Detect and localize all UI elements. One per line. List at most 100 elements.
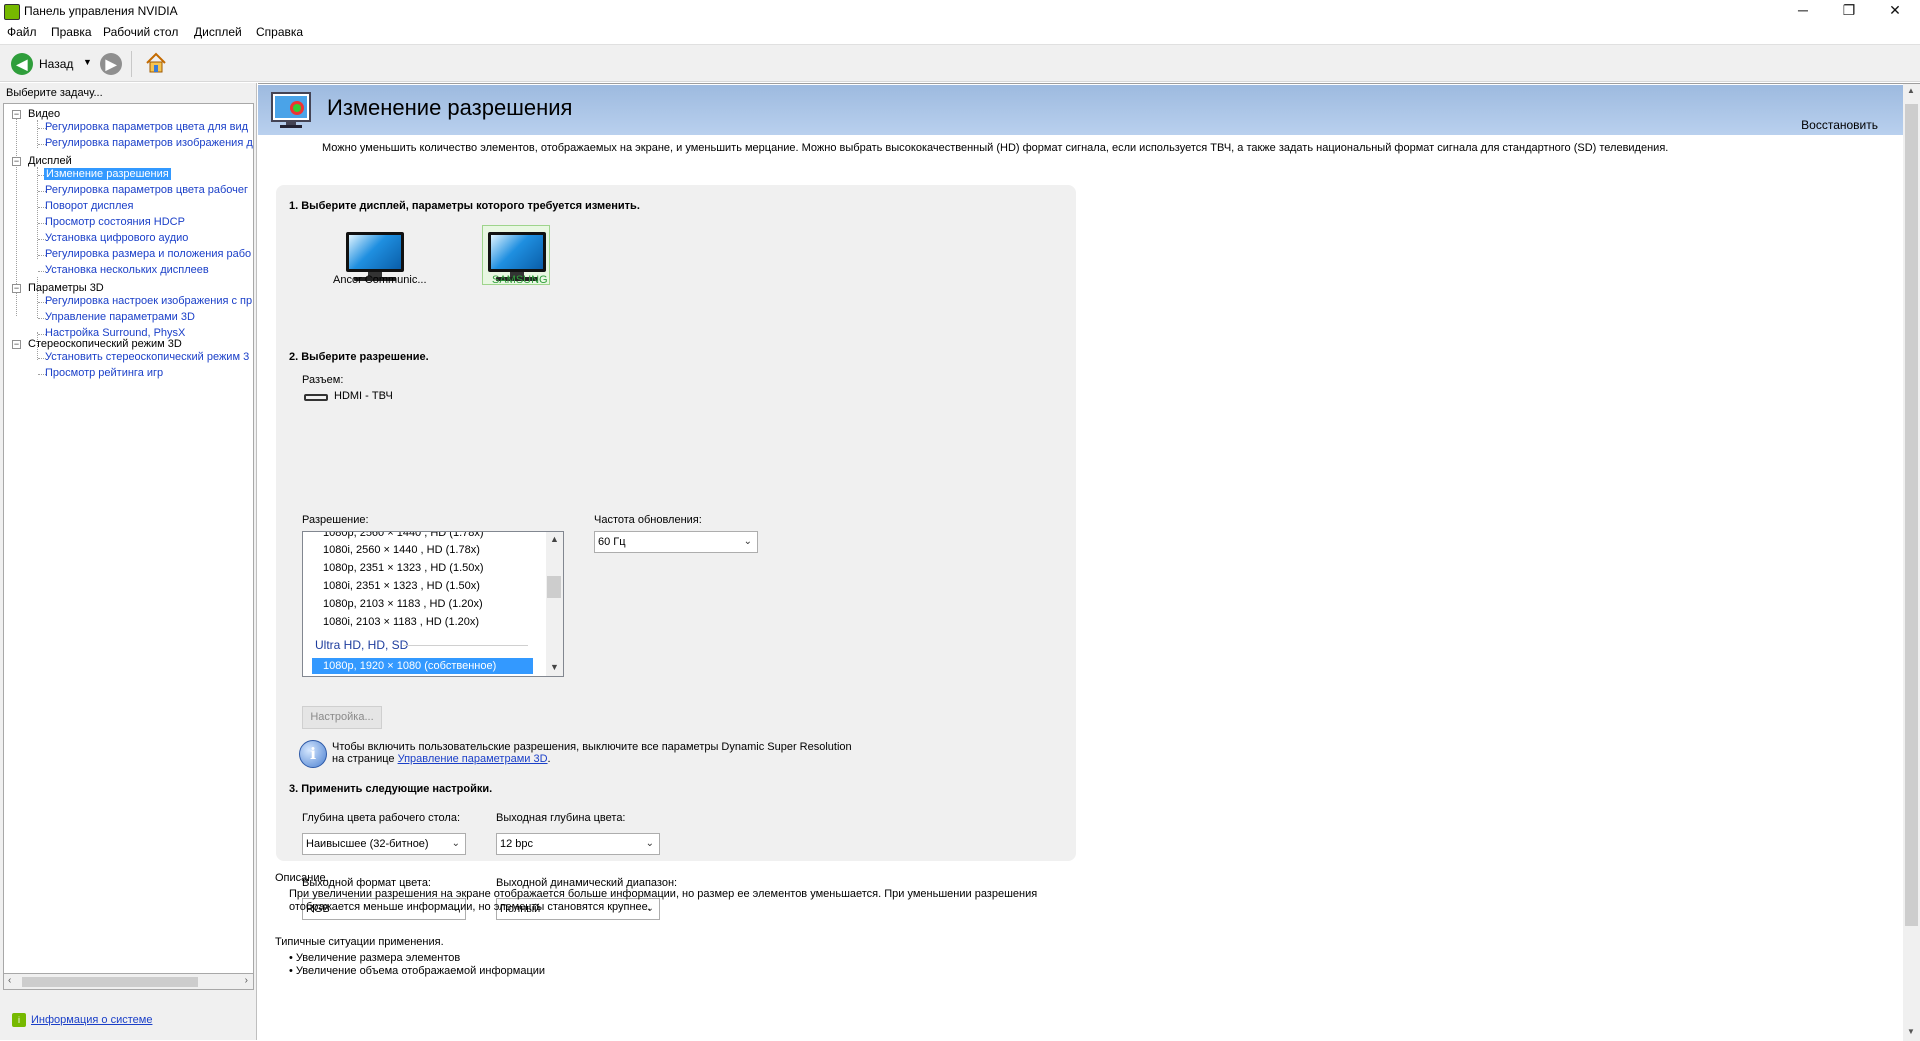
chevron-down-icon: ⌄ [743, 536, 752, 547]
scroll-up-icon[interactable]: ▲ [1907, 86, 1915, 95]
task-sidebar: Выберите задачу... − Видео Регулировка п… [0, 83, 257, 1040]
tree-item-hdcp-status[interactable]: Просмотр состояния HDCP [45, 216, 185, 228]
tree-item-manage-3d[interactable]: Управление параметрами 3D [45, 311, 195, 323]
task-label: Выберите задачу... [6, 87, 103, 99]
usage-item-text: Увеличение размера элементов [295, 952, 461, 964]
restore-defaults-link[interactable]: Восстановить [1801, 118, 1878, 132]
main-vertical-scrollbar[interactable]: ▲ ▼ [1903, 84, 1920, 1041]
tree-node-stereo-3d[interactable]: Стереоскопический режим 3D [28, 338, 182, 350]
scroll-thumb[interactable] [547, 576, 561, 598]
minimize-icon: ─ [1798, 2, 1808, 18]
usage-item-text: Увеличение объема отображаемой информаци… [295, 965, 546, 977]
resolution-label: Разрешение: [302, 514, 369, 526]
scroll-up-icon[interactable]: ▲ [550, 534, 559, 544]
menu-file[interactable]: Файл [7, 25, 37, 39]
restore-window-icon: ❐ [1842, 2, 1856, 18]
scroll-thumb[interactable] [1905, 104, 1918, 926]
info-icon: i [299, 740, 327, 768]
display-label-samsung[interactable]: SAMSUNG [492, 274, 548, 286]
intro-text: Можно уменьшить количество элементов, от… [322, 142, 1669, 154]
step3-title: 3. Применить следующие настройки. [289, 783, 493, 795]
scroll-down-icon[interactable]: ▼ [550, 662, 559, 672]
main-content: Изменение разрешения Восстановить ▲ ▼ Мо… [258, 83, 1920, 1041]
menu-display[interactable]: Дисплей [194, 25, 242, 39]
desktop-depth-value: Наивысшее (32-битное) [306, 838, 429, 850]
toolbar-separator [131, 51, 132, 77]
resolution-option[interactable]: 1080i, 2103 × 1183 , HD (1.20x) [323, 616, 479, 628]
forward-arrow-icon: ▶ [105, 56, 117, 72]
close-icon: ✕ [1889, 2, 1901, 18]
connector-value: HDMI - ТВЧ [334, 390, 393, 402]
tree-line [37, 167, 38, 259]
usage-item: • Увеличение объема отображаемой информа… [289, 965, 546, 977]
resolution-option-selected[interactable]: 1080p, 1920 × 1080 (собственное) [312, 658, 533, 674]
display-resolution-icon [270, 91, 312, 129]
resolution-list-scrollbar[interactable]: ▲ ▼ [546, 532, 563, 676]
tree-item-desktop-size[interactable]: Регулировка размера и положения рабо [45, 248, 251, 260]
task-tree[interactable]: − Видео Регулировка параметров цвета для… [3, 103, 254, 983]
back-button[interactable]: ◀ [11, 53, 33, 75]
refresh-rate-value: 60 Гц [598, 536, 626, 548]
scroll-right-icon[interactable]: › [245, 975, 248, 986]
minimize-button[interactable]: ─ [1780, 0, 1826, 22]
tree-item-video-color[interactable]: Регулировка параметров цвета для вид [45, 121, 248, 133]
desktop-depth-select[interactable]: Наивысшее (32-битное) ⌄ [302, 833, 466, 855]
resolution-option[interactable]: 1080p, 2351 × 1323 , HD (1.50x) [323, 562, 484, 574]
menu-help[interactable]: Справка [256, 25, 303, 39]
tree-horizontal-scrollbar[interactable]: ‹ › [3, 973, 254, 990]
scroll-thumb[interactable] [22, 977, 198, 987]
output-depth-label: Выходная глубина цвета: [496, 812, 626, 824]
tree-node-video[interactable]: Видео [28, 108, 60, 120]
nvidia-logo-icon [4, 4, 20, 20]
usage-title: Типичные ситуации применения. [275, 936, 444, 948]
step1-title: 1. Выберите дисплей, параметры которого … [289, 200, 640, 212]
refresh-rate-select[interactable]: 60 Гц ⌄ [594, 531, 758, 553]
back-history-dropdown-icon[interactable]: ▼ [83, 57, 92, 67]
home-button[interactable] [144, 51, 168, 75]
resolution-listbox[interactable]: 1080p, 2560 × 1440 , HD (1.78x) 1080i, 2… [302, 531, 564, 677]
expand-toggle-display[interactable]: − [12, 157, 21, 166]
maximize-button[interactable]: ❐ [1826, 0, 1872, 22]
settings-panel: 1. Выберите дисплей, параметры которого … [276, 185, 1076, 920]
expand-toggle-3d[interactable]: − [12, 284, 21, 293]
tree-node-3d-settings[interactable]: Параметры 3D [28, 282, 104, 294]
tree-node-display[interactable]: Дисплей [28, 155, 72, 167]
scroll-down-icon[interactable]: ▼ [1907, 1027, 1915, 1036]
menu-desktop[interactable]: Рабочий стол [103, 25, 178, 39]
output-depth-select[interactable]: 12 bpc ⌄ [496, 833, 660, 855]
usage-item: • Увеличение размера элементов [289, 952, 461, 964]
resolution-option[interactable]: 1080i, 2560 × 1440 , HD (1.78x) [323, 544, 480, 556]
description-section: Описание. При увеличении разрешения на э… [275, 872, 1037, 978]
tree-item-desktop-color[interactable]: Регулировка параметров цвета рабочег [45, 184, 248, 196]
expand-toggle-video[interactable]: − [12, 110, 21, 119]
resolution-option[interactable]: 1080i, 2351 × 1323 , HD (1.50x) [323, 580, 480, 592]
scroll-left-icon[interactable]: ‹ [8, 975, 11, 986]
window-title: Панель управления NVIDIA [24, 4, 178, 18]
expand-toggle-stereo[interactable]: − [12, 340, 21, 349]
customize-button[interactable]: Настройка... [302, 706, 382, 729]
close-button[interactable]: ✕ [1872, 0, 1918, 22]
resolution-option[interactable]: 1080p, 2103 × 1183 , HD (1.20x) [323, 598, 483, 610]
chevron-down-icon: ⌄ [645, 838, 654, 849]
manage-3d-link[interactable]: Управление параметрами 3D [398, 753, 548, 765]
desktop-depth-label: Глубина цвета рабочего стола: [302, 812, 461, 824]
tree-item-multiple-displays[interactable]: Установка нескольких дисплеев [45, 264, 209, 276]
tree-item-digital-audio[interactable]: Установка цифрового аудио [45, 232, 188, 244]
tree-item-game-ratings[interactable]: Просмотр рейтинга игр [45, 367, 163, 379]
resolution-option[interactable]: 1080p, 2560 × 1440 , HD (1.78x) [323, 532, 484, 539]
back-label[interactable]: Назад [39, 57, 73, 71]
tree-item-change-resolution[interactable]: Изменение разрешения [44, 168, 171, 180]
tree-item-image-preview[interactable]: Регулировка настроек изображения с пр [45, 295, 252, 307]
tree-item-rotate-display[interactable]: Поворот дисплея [45, 200, 133, 212]
tree-item-video-image[interactable]: Регулировка параметров изображения д [45, 137, 253, 149]
description-title: Описание. [275, 872, 329, 884]
display-label-ancor[interactable]: Ancor Communic... [333, 274, 427, 286]
info-text-end: . [547, 753, 551, 765]
toolbar: ◀ Назад ▼ ▶ [0, 44, 1920, 82]
menu-edit[interactable]: Правка [51, 25, 92, 39]
connector-label: Разъем: [302, 374, 344, 386]
forward-button[interactable]: ▶ [100, 53, 122, 75]
tree-item-set-stereo[interactable]: Установить стереоскопический режим 3 [45, 351, 249, 363]
description-line: отображается меньше информации, но элеме… [289, 901, 651, 913]
system-info-link[interactable]: Информация о системе [31, 1014, 152, 1026]
